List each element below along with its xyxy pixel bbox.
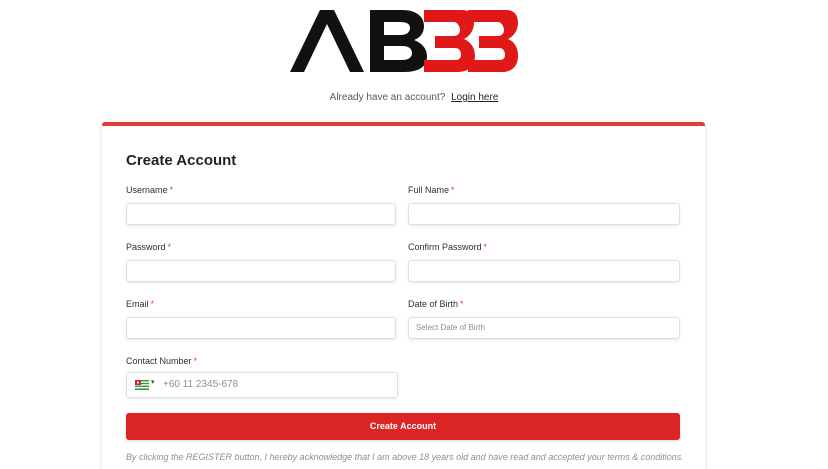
country-flag-icon[interactable] <box>135 380 149 390</box>
required-marker: * <box>169 185 174 195</box>
date-of-birth-input[interactable]: Select Date of Birth <box>408 317 680 339</box>
form-title: Create Account <box>126 152 237 169</box>
confirm-password-input[interactable] <box>408 260 680 282</box>
required-marker: * <box>483 242 488 252</box>
required-marker: * <box>193 356 198 366</box>
logo-33 <box>424 10 518 72</box>
contact-number-label: Contact Number * <box>126 356 198 366</box>
logo-ab <box>290 10 427 72</box>
login-prompt-text: Already have an account? <box>329 92 446 103</box>
required-marker: * <box>150 299 155 309</box>
terms-disclaimer: By clicking the REGISTER button, I hereb… <box>126 452 684 462</box>
registration-page: Already have an account? Login here Crea… <box>0 0 828 469</box>
login-prompt: Already have an account? Login here <box>0 92 828 103</box>
date-of-birth-label: Date of Birth * <box>408 299 464 309</box>
chevron-down-icon[interactable]: ▾ <box>151 378 155 386</box>
password-input[interactable] <box>126 260 396 282</box>
login-link[interactable]: Login here <box>451 92 498 103</box>
confirm-password-label: Confirm Password * <box>408 242 488 252</box>
contact-number-placeholder: +60 11 2345-678 <box>163 379 239 390</box>
username-input[interactable] <box>126 203 396 225</box>
required-marker: * <box>167 242 172 252</box>
email-input[interactable] <box>126 317 396 339</box>
full-name-label: Full Name * <box>408 185 455 195</box>
ab33-logo <box>290 10 518 72</box>
contact-number-input[interactable]: ▾ +60 11 2345-678 <box>126 372 398 398</box>
username-label: Username * <box>126 185 174 195</box>
required-marker: * <box>460 299 464 309</box>
create-account-button[interactable]: Create Account <box>126 413 680 440</box>
full-name-input[interactable] <box>408 203 680 225</box>
email-label: Email * <box>126 299 155 309</box>
password-label: Password * <box>126 242 172 252</box>
required-marker: * <box>451 185 455 195</box>
registration-card: Create Account Username * Full Name * Pass… <box>102 122 705 469</box>
